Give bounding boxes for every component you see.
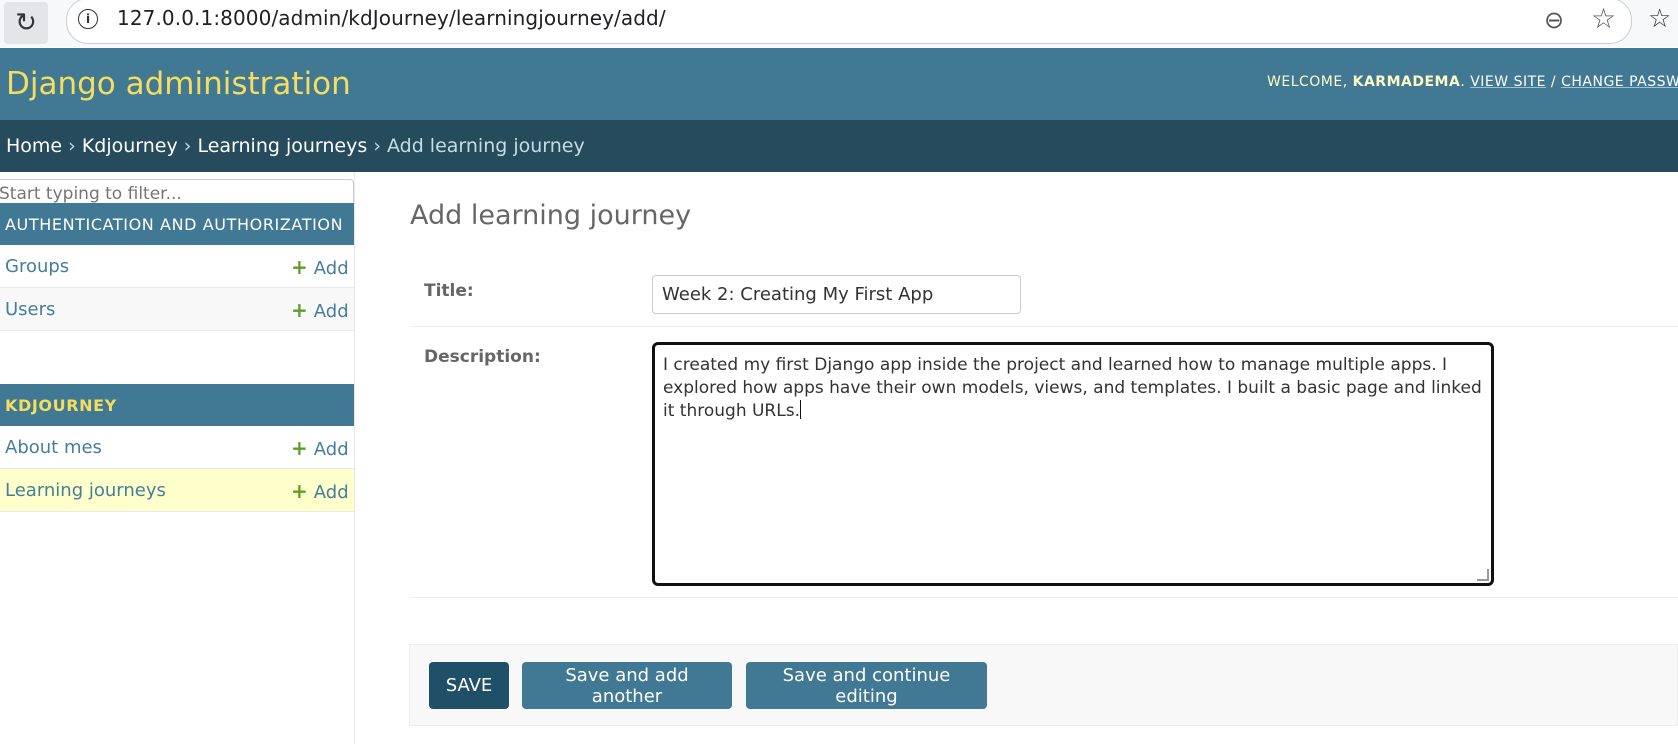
breadcrumb: Home › Kdjourney › Learning journeys › A… (6, 135, 585, 157)
reload-icon[interactable]: ↻ (4, 2, 48, 44)
form-row-title: Title: (410, 254, 1678, 327)
plus-icon: + (291, 298, 308, 322)
site-info-icon[interactable]: i (78, 9, 98, 29)
sidebar-item-groups: Groups + Add (0, 245, 354, 288)
breadcrumb-separator: › (373, 135, 381, 157)
save-button[interactable]: Save (429, 662, 509, 709)
add-groups-link[interactable]: + Add (291, 255, 349, 279)
resize-handle[interactable] (1477, 569, 1489, 581)
plus-icon: + (291, 479, 308, 503)
sidebar-item-users: Users + Add (0, 288, 354, 331)
plus-icon: + (291, 436, 308, 460)
zoom-out-icon[interactable]: ⊖ (1544, 6, 1564, 34)
welcome-text: Welcome, (1267, 74, 1348, 90)
add-label: Add (313, 301, 349, 322)
app-caption-kdjourney[interactable]: Kdjourney (0, 384, 354, 426)
title-label: Title: (424, 281, 474, 301)
title-input[interactable]: Week 2: Creating My First App (652, 275, 1021, 314)
username: karmadema (1352, 74, 1461, 90)
plus-icon: + (291, 255, 308, 279)
add-learning-journeys-link[interactable]: + Add (291, 479, 349, 503)
sidebar-item-label[interactable]: Groups (5, 256, 69, 277)
breadcrumb-model[interactable]: Learning journeys (197, 135, 367, 157)
breadcrumb-current: Add learning journey (386, 135, 585, 157)
view-site-link[interactable]: View site (1470, 74, 1546, 90)
page-title: Add learning journey (410, 200, 692, 231)
add-label: Add (313, 258, 349, 279)
site-branding[interactable]: Django administration (6, 66, 351, 102)
breadcrumb-app[interactable]: Kdjourney (82, 135, 178, 157)
save-and-continue-button[interactable]: Save and continue editing (746, 662, 987, 709)
text-caret (799, 400, 801, 419)
save-and-add-another-button[interactable]: Save and add another (522, 662, 732, 709)
app-caption-auth[interactable]: Authentication and Authorization (0, 203, 354, 245)
add-users-link[interactable]: + Add (291, 298, 349, 322)
add-label: Add (313, 482, 349, 503)
add-label: Add (313, 439, 349, 460)
change-password-link[interactable]: Change password (1561, 74, 1678, 90)
sidebar-item-about-mes: About mes + Add (0, 426, 354, 469)
sidebar-item-label[interactable]: Users (5, 299, 55, 320)
user-tools: Welcome, karmadema. View site / Change p… (1267, 74, 1678, 90)
bookmark-star-icon[interactable]: ☆ (1591, 2, 1616, 35)
sidebar-item-label[interactable]: About mes (5, 437, 102, 458)
description-text: I created my first Django app inside the… (663, 355, 1482, 421)
address-bar-url[interactable]: 127.0.0.1:8000/admin/kdJourney/learningj… (117, 6, 666, 30)
add-about-mes-link[interactable]: + Add (291, 436, 349, 460)
breadcrumb-home[interactable]: Home (6, 135, 62, 157)
breadcrumb-separator: › (183, 135, 192, 157)
sidebar-item-label[interactable]: Learning journeys (5, 480, 166, 501)
sidebar-item-learning-journeys: Learning journeys + Add (0, 469, 354, 512)
breadcrumb-separator: › (68, 135, 76, 157)
description-label: Description: (424, 347, 541, 367)
description-textarea[interactable]: I created my first Django app inside the… (652, 342, 1494, 586)
favorites-icon[interactable]: ☆ (1648, 4, 1671, 34)
